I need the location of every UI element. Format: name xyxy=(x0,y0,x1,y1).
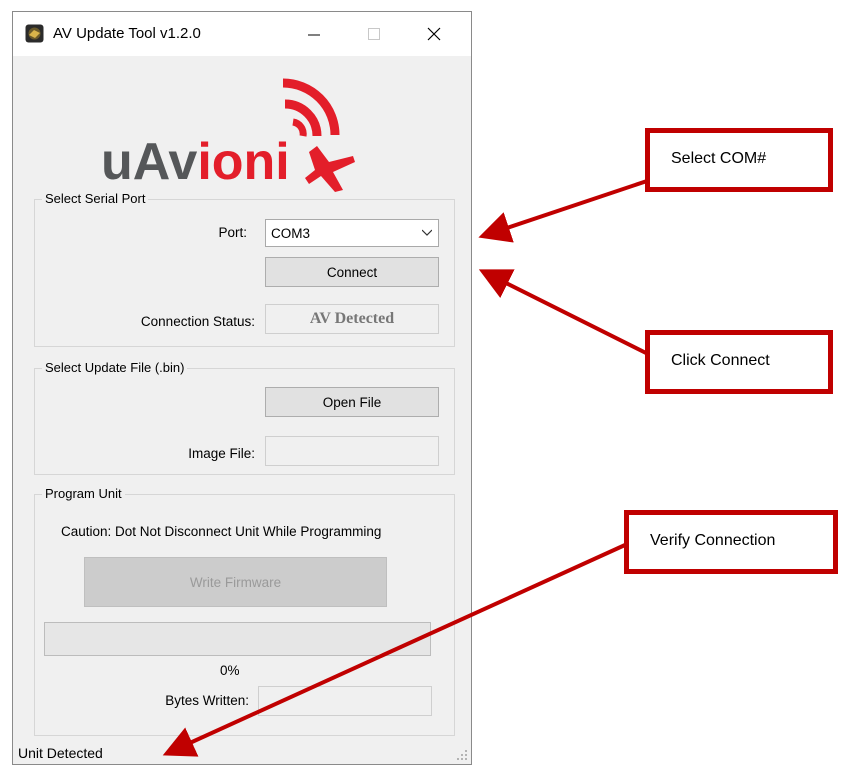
callout-select-com-text: Select COM# xyxy=(671,150,767,167)
callout-click-connect-text: Click Connect xyxy=(671,352,770,369)
arrow-select-com xyxy=(478,178,651,243)
arrow-verify xyxy=(162,543,626,757)
callout-verify: Verify Connection xyxy=(624,510,838,574)
callout-select-com: Select COM# xyxy=(645,128,833,192)
callout-click-connect: Click Connect xyxy=(645,330,833,394)
arrow-click-connect xyxy=(478,269,651,357)
callout-verify-text: Verify Connection xyxy=(650,532,776,549)
